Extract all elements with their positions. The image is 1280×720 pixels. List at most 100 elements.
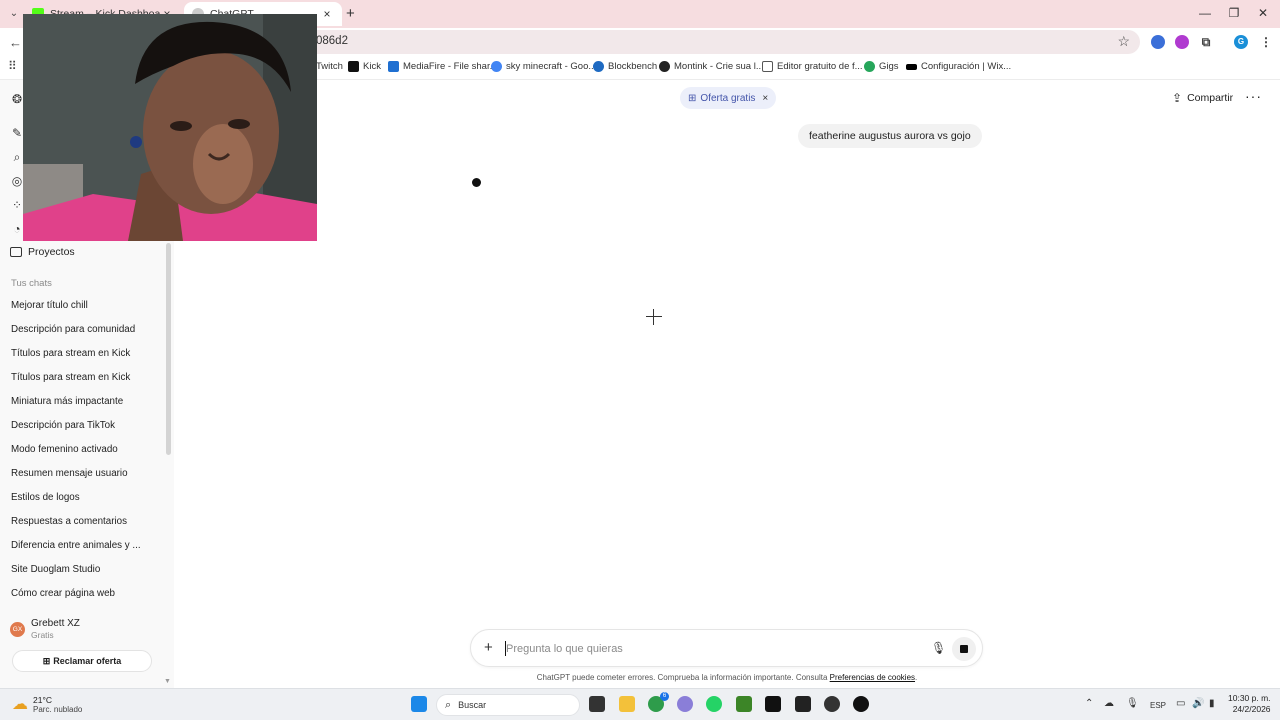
battery-icon[interactable]: ▮: [1209, 698, 1215, 709]
microphone-tray-icon[interactable]: 🎙: [1126, 698, 1139, 709]
seventeen-live-icon[interactable]: [765, 696, 781, 712]
task-view-icon[interactable]: [589, 696, 605, 712]
claim-offer-button[interactable]: ⊞ Reclamar oferta: [12, 650, 152, 672]
microphone-icon[interactable]: 🎙: [931, 641, 946, 655]
bookmark-mediafire[interactable]: MediaFire - File shar...: [388, 61, 498, 72]
tab-search-icon[interactable]: ⌄: [6, 6, 22, 22]
profile-avatar[interactable]: G: [1234, 35, 1248, 49]
google-icon: [491, 61, 502, 72]
add-attachment-icon[interactable]: +: [484, 639, 493, 656]
tiktok-icon[interactable]: [853, 696, 869, 712]
bookmark-montink[interactable]: Montink - Crie sua l...: [659, 61, 764, 72]
close-tab-icon[interactable]: ×: [320, 7, 334, 21]
puzzle-extensions-icon[interactable]: ⧉: [1199, 35, 1213, 49]
user-plan: Gratis: [31, 630, 54, 640]
share-label: Compartir: [1187, 92, 1234, 104]
system-clock[interactable]: 10:30 p. m. 24/2/2026: [1228, 693, 1271, 715]
webcam-person-image: [23, 14, 317, 241]
chat-item[interactable]: Títulos para stream en Kick: [11, 348, 130, 359]
chat-item[interactable]: Mejorar título chill: [11, 300, 88, 311]
close-icon[interactable]: ×: [762, 93, 768, 104]
omnibox[interactable]: 086d2 ☆: [304, 30, 1140, 54]
stop-generating-button[interactable]: [952, 637, 976, 661]
obs-icon[interactable]: [824, 696, 840, 712]
gigs-icon: [864, 61, 875, 72]
back-arrow-icon[interactable]: ←: [9, 35, 22, 50]
share-button[interactable]: ⇪ Compartir: [1172, 91, 1233, 105]
chat-item[interactable]: Site Duoglam Studio: [11, 564, 100, 575]
extension-icon[interactable]: [1151, 35, 1165, 49]
user-message-bubble: featherine augustus aurora vs gojo: [798, 124, 982, 148]
app-icon[interactable]: [795, 696, 811, 712]
file-explorer-icon[interactable]: [619, 696, 635, 712]
bookmark-label: sky minecraft - Goo...: [506, 61, 597, 72]
taskbar-search[interactable]: ⌕ Buscar: [436, 694, 580, 716]
bookmark-gigs[interactable]: Gigs: [864, 61, 899, 72]
chat-item[interactable]: Títulos para stream en Kick: [11, 372, 130, 383]
bookmark-label: Gigs: [879, 61, 899, 72]
chat-item[interactable]: Estilos de logos: [11, 492, 80, 503]
bookmark-kick[interactable]: Kick: [348, 61, 381, 72]
chat-item[interactable]: Cómo crear página web: [11, 588, 115, 599]
new-chat-icon[interactable]: ✎: [10, 126, 24, 140]
show-hidden-icons-icon[interactable]: ⌃: [1085, 698, 1093, 709]
partly-cloudy-icon: ☁: [12, 696, 28, 713]
restore-icon[interactable]: ❐: [1225, 6, 1243, 20]
mediafire-icon: [388, 61, 399, 72]
onedrive-icon[interactable]: ☁: [1104, 698, 1114, 709]
chat-item[interactable]: Respuestas a comentarios: [11, 516, 127, 527]
chat-item[interactable]: Miniatura más impactante: [11, 396, 123, 407]
shield-extension-icon[interactable]: [1175, 35, 1189, 49]
offer-badge-label: Oferta gratis: [700, 92, 756, 104]
whatsapp-icon[interactable]: [706, 696, 722, 712]
windows-taskbar: ☁ 21°C Parc. nublado ⌕ Buscar 6 ⌃ ☁ 🎙 ES…: [0, 688, 1280, 720]
disclaimer: ChatGPT puede cometer errores. Comprueba…: [0, 673, 1280, 682]
sidebar-scrollbar[interactable]: [166, 243, 171, 455]
weather-temperature: 21°C: [33, 694, 52, 705]
chat-item[interactable]: Diferencia entre animales y ...: [11, 540, 141, 551]
prompt-input[interactable]: [506, 639, 906, 659]
user-account[interactable]: GX Grebett XZ Gratis: [10, 618, 80, 640]
network-icon[interactable]: ▭: [1176, 698, 1185, 709]
language-indicator[interactable]: ESP: [1150, 701, 1166, 710]
weather-widget[interactable]: ☁ 21°C Parc. nublado: [12, 694, 82, 714]
mouse-cursor-crosshair: [646, 309, 662, 325]
browser-menu-icon[interactable]: ⋮: [1259, 35, 1273, 49]
gift-icon: ⊞: [42, 655, 51, 666]
chatgpt-logo-icon[interactable]: ❂: [10, 92, 24, 106]
window-close-icon[interactable]: ✕: [1254, 6, 1272, 20]
codex-icon[interactable]: ◔: [10, 222, 24, 236]
bookmark-label: Configuración | Wix...: [921, 61, 1012, 72]
share-icon: ⇪: [1172, 91, 1183, 105]
chat-item[interactable]: Modo femenino activado: [11, 444, 118, 455]
more-options-icon[interactable]: ···: [1245, 88, 1262, 104]
free-offer-badge[interactable]: ⊞ Oferta gratis ×: [680, 87, 777, 109]
volume-icon[interactable]: 🔊: [1192, 698, 1204, 709]
montink-icon: [659, 61, 670, 72]
bookmark-star-icon[interactable]: ☆: [1117, 33, 1130, 50]
clock-time: 10:30 p. m.: [1228, 693, 1271, 703]
minimize-icon[interactable]: —: [1196, 6, 1214, 20]
windows-start-icon[interactable]: [411, 696, 427, 712]
bookmark-twitch[interactable]: Twitch: [316, 61, 343, 72]
cookie-preferences-link[interactable]: Preferencias de cookies: [830, 673, 915, 682]
images-icon[interactable]: ◎: [10, 174, 24, 188]
weather-description: Parc. nublado: [33, 704, 83, 714]
bookmark-wix[interactable]: Configuración | Wix...: [906, 61, 1011, 72]
new-tab-icon[interactable]: +: [346, 5, 355, 22]
chrome-badge: 6: [660, 692, 669, 701]
chat-item[interactable]: Resumen mensaje usuario: [11, 468, 128, 479]
chat-item[interactable]: Descripción para TikTok: [11, 420, 115, 431]
minecraft-icon[interactable]: [736, 696, 752, 712]
bookmark-editor[interactable]: Editor gratuito de f...: [762, 61, 863, 72]
apps-icon[interactable]: ⁘: [10, 198, 24, 212]
bookmark-sky-minecraft[interactable]: sky minecraft - Goo...: [491, 61, 596, 72]
address-url[interactable]: 086d2: [316, 35, 348, 47]
sidebar-item-projects[interactable]: Proyectos: [10, 246, 75, 258]
chat-item[interactable]: Descripción para comunidad: [11, 324, 135, 335]
bookmark-blockbench[interactable]: Blockbench: [593, 61, 657, 72]
app-icon[interactable]: [677, 696, 693, 712]
search-chats-icon[interactable]: ⌕: [10, 150, 24, 164]
apps-grid-icon[interactable]: ⠿: [8, 59, 17, 73]
claim-offer-label: Reclamar oferta: [53, 656, 122, 666]
